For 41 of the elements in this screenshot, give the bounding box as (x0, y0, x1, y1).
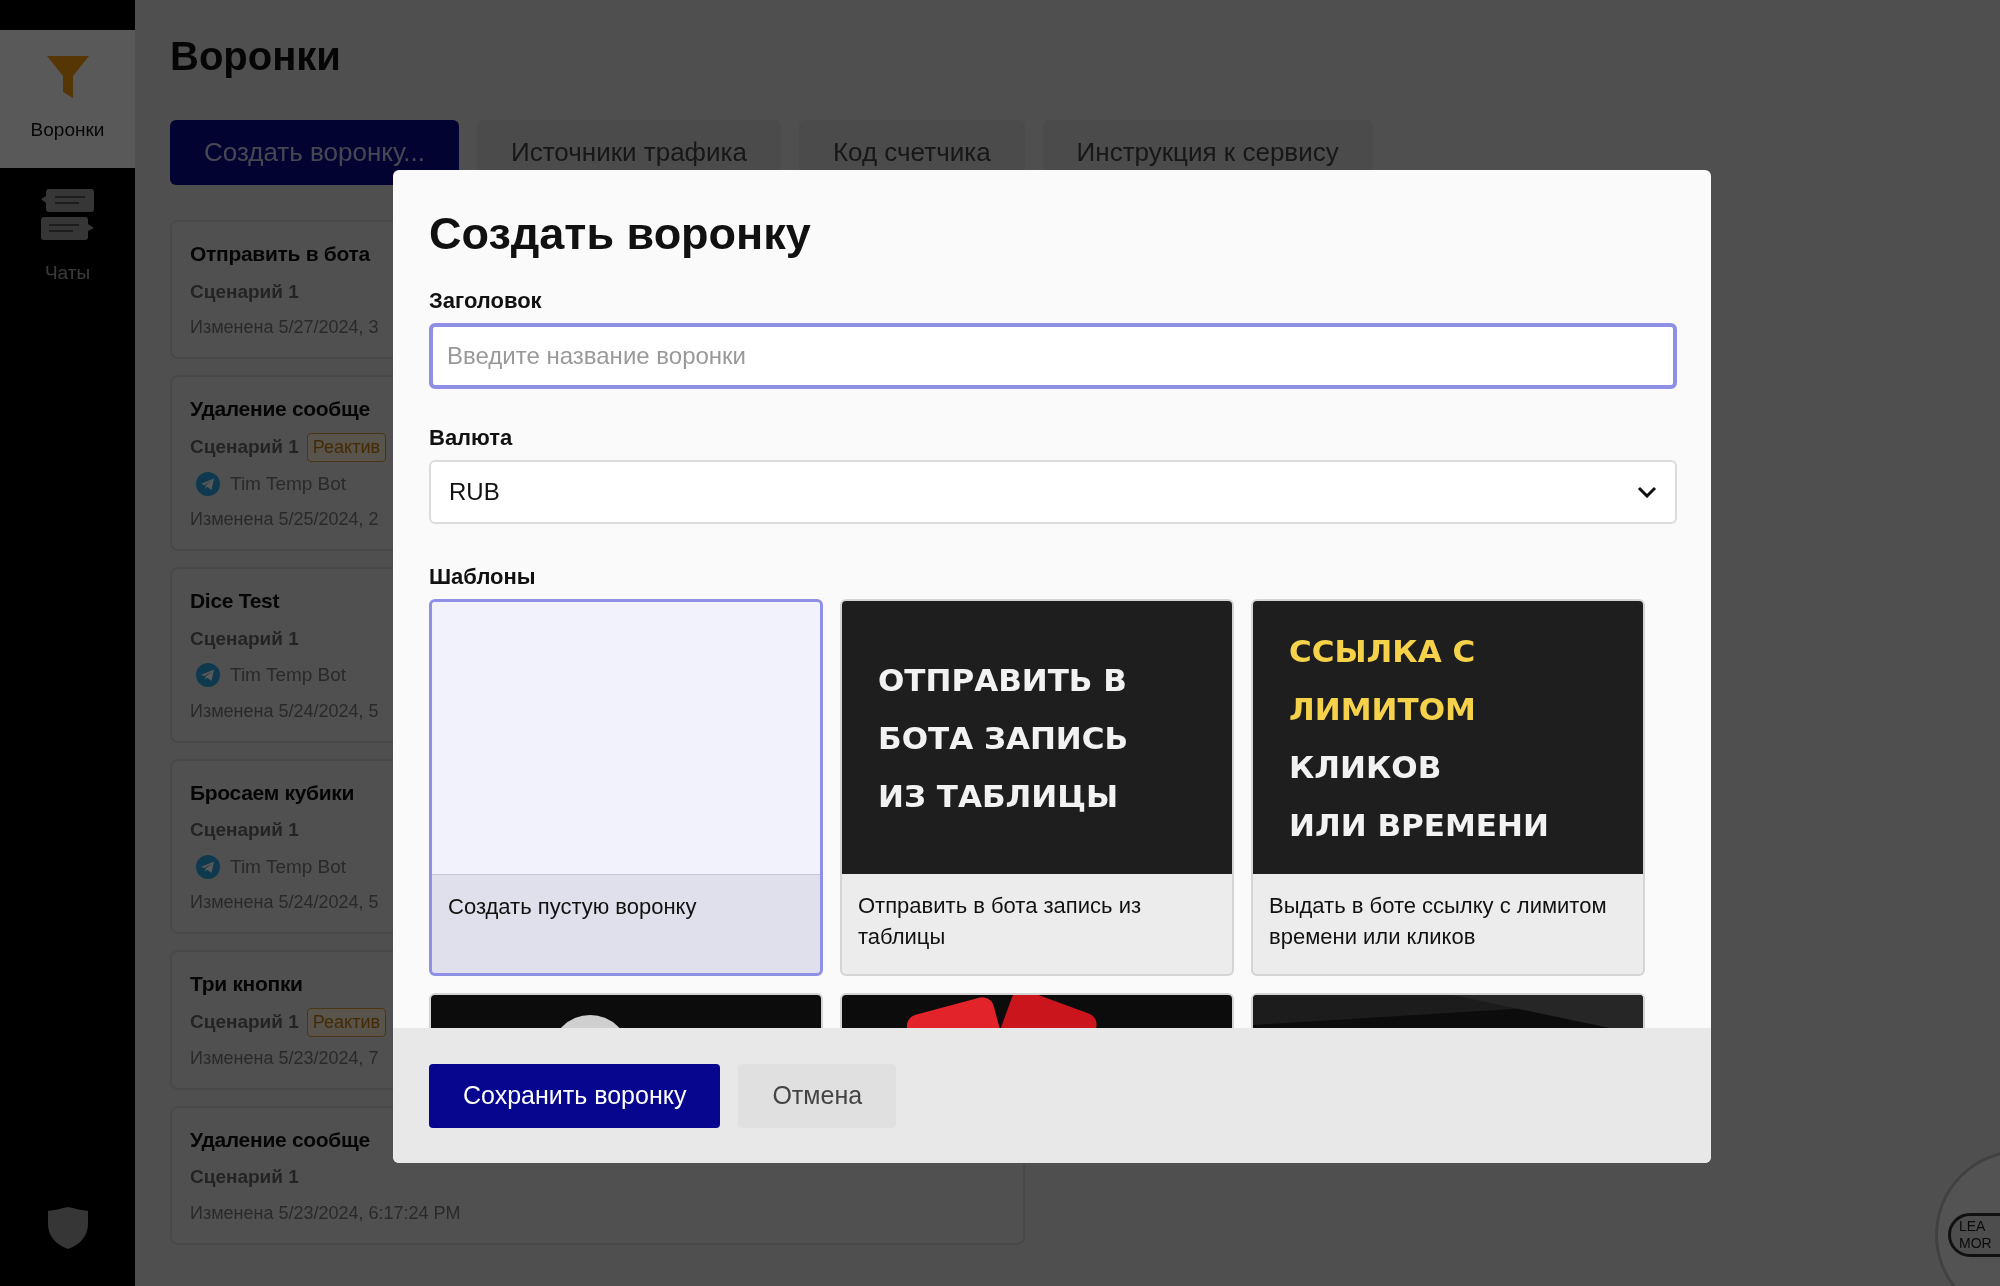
field-label: Валюта (429, 424, 513, 452)
template-card[interactable]: ССЫЛКА С ЛИМИТОМ КЛИКОВ ИЛИ ВРЕМЕНИ Выдать в боте ссылку с лимитом времени или кликов (1251, 599, 1645, 976)
template-caption: Создать пустую воронку (447, 893, 698, 921)
poster-text: КЛИКОВ (1289, 747, 1442, 787)
status-badge: Реактив (306, 432, 386, 462)
funnel-title: Dice Test (190, 588, 280, 614)
funnel-title: Три кнопки (190, 971, 303, 997)
telegram-icon (196, 663, 220, 688)
name-field[interactable]: Введите название воронки (429, 323, 1677, 389)
section-label: Шаблоны (429, 563, 536, 591)
chat-bubbles-icon (38, 186, 97, 243)
template-caption: Выдать в боте ссылку с лимитом времени или кликов (1268, 892, 1608, 951)
poster-text: ИЛИ ВРЕМЕНИ (1289, 805, 1549, 845)
funnel-icon (44, 53, 91, 100)
poster-text: ССЫЛКА С (1289, 631, 1476, 671)
toolbar-button[interactable]: Создать воронку... (170, 120, 460, 185)
dialog-title: Создать воронку (429, 207, 811, 261)
field-label: Заголовок (429, 287, 542, 315)
chevron-down-icon (1637, 486, 1657, 498)
funnel-title: Бросаем кубики (190, 779, 355, 806)
poster-text: ОТПРАВИТЬ В (878, 660, 1127, 700)
funnel-title: Удаление сообще (190, 1126, 370, 1153)
learn-more-text: LEA (1959, 1218, 1986, 1235)
save-button[interactable]: Сохранить воронку (429, 1063, 721, 1128)
status-badge: Реактив (306, 1007, 386, 1037)
template-card[interactable]: Создать пустую воронку (429, 599, 823, 976)
poster-text: ИЗ ТАБЛИЦЫ (878, 776, 1119, 816)
currency-select[interactable]: RUB (429, 460, 1677, 524)
poster-text: ЛИМИТОМ (1289, 689, 1476, 729)
page-title: Воронки (170, 33, 341, 80)
poster-text: БОТА ЗАПИСЬ (878, 718, 1129, 758)
funnel-title: Удаление сообще (190, 396, 370, 422)
learn-more-button[interactable]: LEA MOR (1935, 1150, 2000, 1286)
funnel-title: Отправить в бота (190, 241, 370, 267)
telegram-icon (196, 854, 220, 879)
template-caption: Отправить в бота запись из таблицы (857, 892, 1142, 951)
telegram-icon (196, 471, 220, 496)
cancel-button[interactable]: Отмена (738, 1063, 897, 1128)
template-card[interactable]: ОТПРАВИТЬ В БОТА ЗАПИСЬ ИЗ ТАБЛИЦЫ Отправить в бота запись из таблицы (840, 599, 1234, 976)
sidebar-item[interactable]: Воронки (0, 30, 135, 168)
learn-more-text: MOR (1959, 1235, 1992, 1252)
